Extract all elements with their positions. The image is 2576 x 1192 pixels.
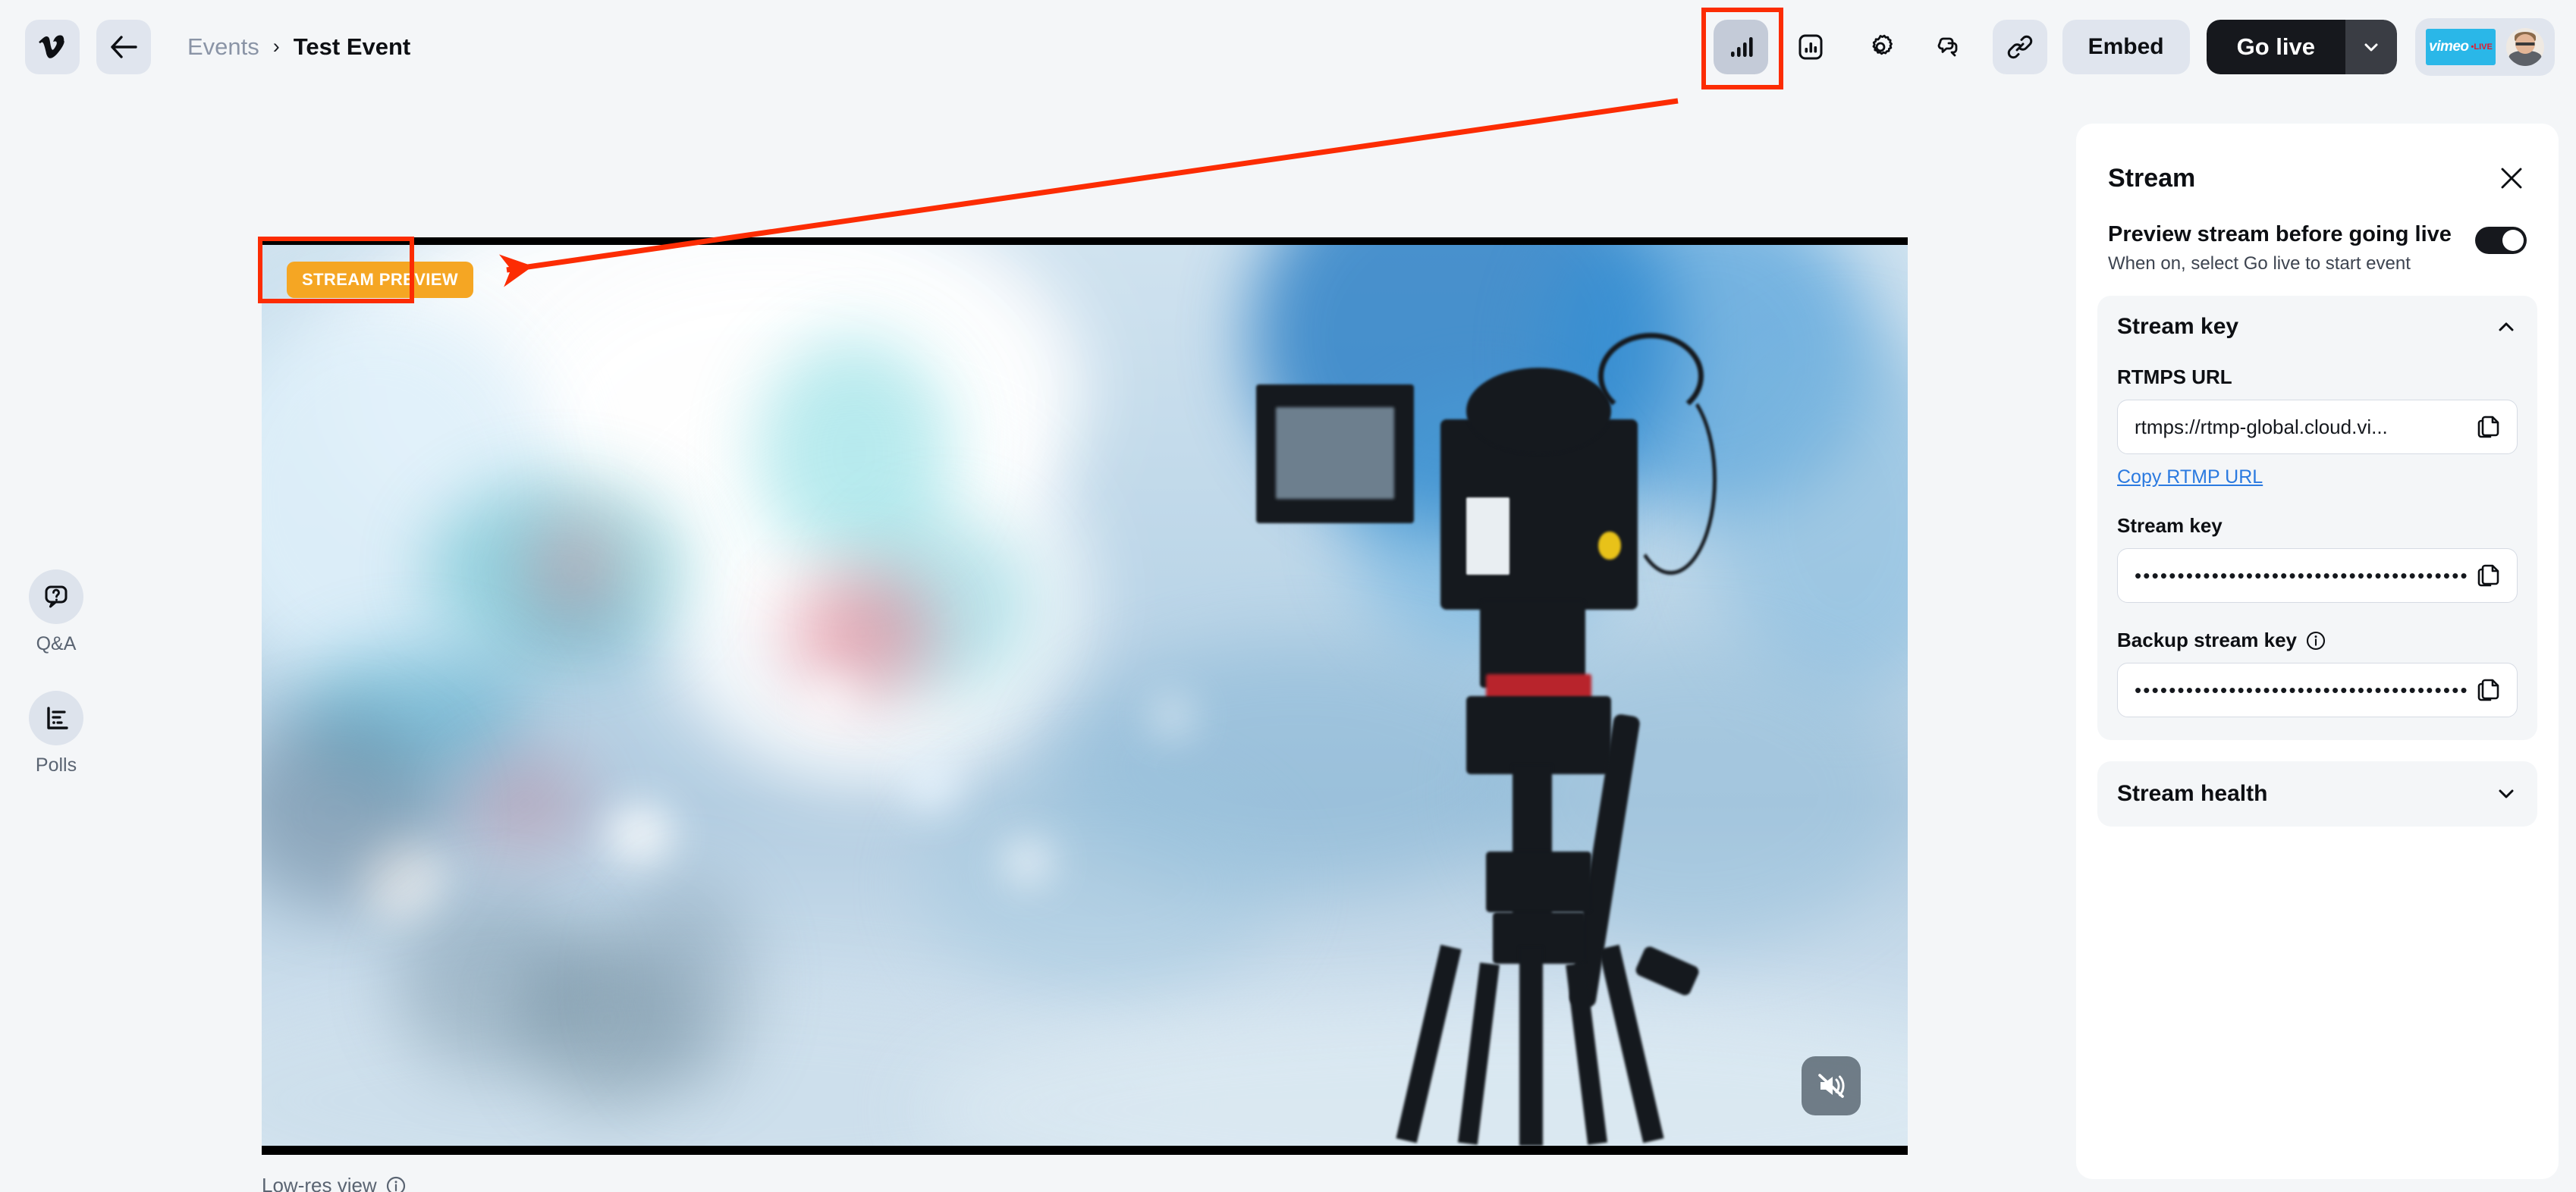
- app-root: Events › Test Event Embed Go live vimeo …: [0, 0, 2576, 1192]
- stream-key-label-text: Stream key: [2117, 514, 2223, 538]
- sidebar-item-qa[interactable]: Q&A: [0, 569, 112, 655]
- info-circle-icon[interactable]: [2306, 631, 2326, 651]
- video-preview-stage[interactable]: STREAM PREVIEW: [262, 237, 1908, 1155]
- embed-button[interactable]: Embed: [2062, 19, 2190, 74]
- copy-rtmp-url-link[interactable]: Copy RTMP URL: [2117, 466, 2263, 488]
- preview-stream-toggle-row: Preview stream before going live When on…: [2076, 193, 2559, 274]
- vimeo-wordmark: vimeo: [2429, 38, 2469, 55]
- gear-icon: [1872, 34, 1893, 55]
- rtmps-url-label-text: RTMPS URL: [2117, 365, 2232, 389]
- rtmps-url-value: rtmps://rtmp-global.cloud.vi...: [2135, 415, 2388, 438]
- breadcrumb-separator-icon: ›: [272, 35, 280, 58]
- stream-key-card: Stream key RTMPS URL rtmps://rtmp-global…: [2097, 296, 2537, 741]
- stream-preview-image: [262, 245, 1908, 1146]
- info-circle-icon[interactable]: [386, 1176, 406, 1192]
- question-bubble-icon: [29, 569, 83, 624]
- stream-health-card-title: Stream health: [2117, 781, 2268, 807]
- preview-stream-switch[interactable]: [2475, 227, 2527, 254]
- copy-icon: [2477, 416, 2499, 438]
- analytics-toolbar-button[interactable]: [1783, 20, 1838, 74]
- chat-bubbles-icon: [1937, 37, 1957, 56]
- close-icon: [2501, 168, 2522, 189]
- copy-icon: [2477, 564, 2499, 587]
- close-panel-button[interactable]: [2496, 163, 2527, 193]
- copy-backup-stream-key-button[interactable]: [2476, 677, 2502, 703]
- top-bar-left: Events › Test Event: [0, 19, 410, 74]
- back-arrow-icon[interactable]: [96, 19, 151, 74]
- low-res-view-label: Low-res view: [262, 1174, 377, 1192]
- backup-stream-key-value: ••••••••••••••••••••••••••••••••••••••••…: [2135, 678, 2467, 701]
- brand-account-pill[interactable]: vimeo •LIVE: [2415, 17, 2555, 76]
- copy-stream-key-button[interactable]: [2476, 563, 2502, 588]
- preview-stream-text-group: Preview stream before going live When on…: [2108, 221, 2452, 274]
- poll-bars-icon: [29, 691, 83, 745]
- page-title: Stream: [2108, 163, 2196, 193]
- stream-key-card-header[interactable]: Stream key: [2117, 314, 2518, 340]
- settings-toolbar-button[interactable]: [1853, 20, 1908, 74]
- rtmps-url-field[interactable]: rtmps://rtmp-global.cloud.vi...: [2117, 400, 2518, 455]
- breadcrumb-events-link[interactable]: Events: [187, 33, 259, 61]
- breadcrumb-current-event: Test Event: [293, 33, 411, 60]
- low-res-view-row: Low-res view: [262, 1174, 406, 1192]
- go-live-button[interactable]: Go live: [2206, 19, 2345, 74]
- live-tag: •LIVE: [2471, 42, 2493, 52]
- stream-key-field[interactable]: ••••••••••••••••••••••••••••••••••••••••…: [2117, 548, 2518, 604]
- stream-panel: Stream Preview stream before going live …: [2076, 124, 2559, 1179]
- stream-key-label: Stream key: [2117, 514, 2518, 538]
- chevron-up-icon[interactable]: [2495, 315, 2518, 338]
- stream-preview-badge: STREAM PREVIEW: [287, 262, 474, 298]
- preview-stream-subtitle: When on, select Go live to start event: [2108, 253, 2411, 274]
- copy-icon: [2477, 679, 2499, 701]
- top-bar: Events › Test Event Embed Go live vimeo …: [0, 0, 2576, 93]
- stream-key-card-title: Stream key: [2117, 314, 2239, 340]
- rtmps-url-label: RTMPS URL: [2117, 365, 2518, 389]
- stream-health-card[interactable]: Stream health: [2097, 761, 2537, 827]
- sidebar-item-label: Q&A: [36, 633, 77, 654]
- speaker-muted-icon: [1818, 1074, 1845, 1098]
- go-live-button-group[interactable]: Go live: [2206, 19, 2397, 74]
- sidebar-item-label: Polls: [35, 754, 77, 776]
- sidebar-item-polls[interactable]: Polls: [0, 691, 112, 776]
- backup-stream-key-field[interactable]: ••••••••••••••••••••••••••••••••••••••••…: [2117, 663, 2518, 718]
- chevron-down-icon[interactable]: [2495, 783, 2518, 805]
- preview-stream-title: Preview stream before going live: [2108, 222, 2452, 246]
- stream-panel-header: Stream: [2076, 124, 2559, 193]
- avatar[interactable]: [2506, 27, 2544, 66]
- chevron-down-icon: [2364, 43, 2378, 51]
- top-bar-actions: Embed Go live vimeo •LIVE: [1713, 17, 2576, 76]
- backup-stream-key-label: Backup stream key: [2117, 629, 2518, 652]
- stream-health-card-header[interactable]: Stream health: [2117, 781, 2518, 807]
- stream-toolbar-button[interactable]: [1713, 19, 1768, 74]
- share-link-toolbar-button[interactable]: [1992, 19, 2047, 74]
- go-live-dropdown-button[interactable]: [2345, 19, 2397, 74]
- copy-rtmps-url-button[interactable]: [2476, 414, 2502, 440]
- vimeo-logo-icon[interactable]: [25, 19, 80, 74]
- analytics-chart-icon: [1798, 34, 1823, 59]
- mute-button[interactable]: [1802, 1056, 1861, 1115]
- signal-bars-icon: [1730, 36, 1753, 57]
- link-chain-icon: [2007, 35, 2032, 58]
- switch-knob: [2502, 230, 2524, 251]
- left-rail: Q&A Polls: [0, 93, 112, 1192]
- camera-silhouette: [1217, 281, 1875, 1146]
- breadcrumb: Events › Test Event: [187, 33, 410, 61]
- backup-stream-key-label-text: Backup stream key: [2117, 629, 2298, 652]
- chat-toolbar-button[interactable]: [1923, 20, 1978, 74]
- vimeo-live-logo-icon: vimeo •LIVE: [2426, 28, 2496, 65]
- stream-key-value: ••••••••••••••••••••••••••••••••••••••••…: [2135, 563, 2467, 587]
